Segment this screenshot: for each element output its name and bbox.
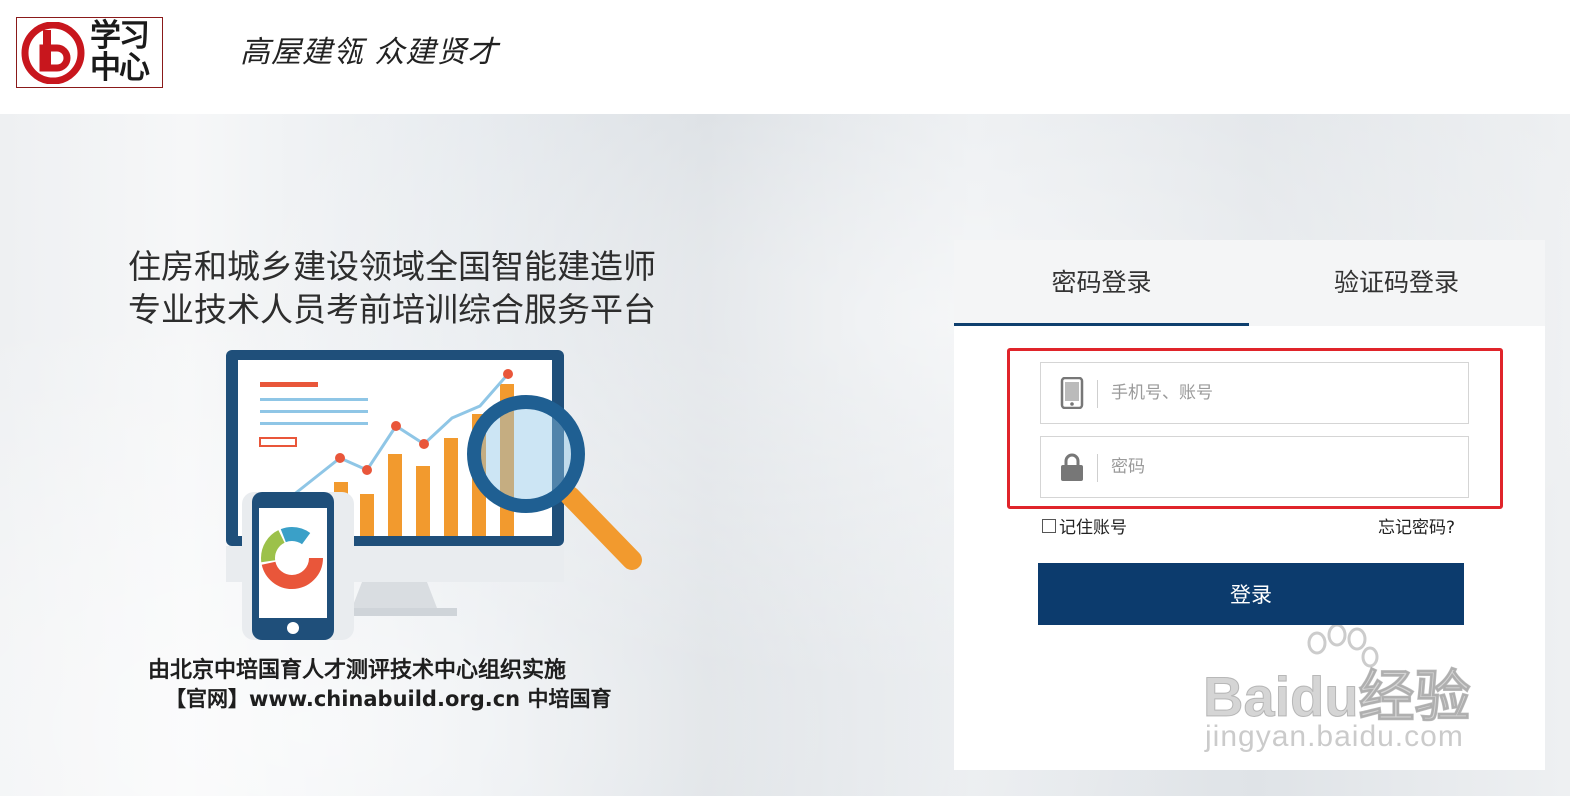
platform-title: 住房和城乡建设领域全国智能建造师 专业技术人员考前培训综合服务平台: [128, 245, 708, 331]
platform-title-line2: 专业技术人员考前培训综合服务平台: [128, 290, 656, 329]
logo-text: 学习中心: [90, 18, 150, 86]
forgot-password-link[interactable]: 忘记密码?: [1378, 513, 1455, 538]
watermark-url: jingyan.baidu.com: [1205, 720, 1464, 753]
phone-icon: [1060, 377, 1084, 409]
tab-code-login[interactable]: 验证码登录: [1249, 240, 1544, 326]
password-field[interactable]: [1040, 436, 1469, 498]
site-logo[interactable]: 学习中心: [16, 17, 163, 88]
username-field[interactable]: [1040, 362, 1469, 424]
login-button[interactable]: 登录: [1038, 563, 1464, 625]
platform-title-line1: 住房和城乡建设领域全国智能建造师: [128, 247, 656, 286]
official-site-text: 【官网】www.chinabuild.org.cn 中培国育: [165, 687, 612, 711]
username-input[interactable]: [1111, 373, 1451, 413]
logo-mark-icon: [21, 22, 85, 84]
password-input[interactable]: [1111, 447, 1451, 487]
remember-account[interactable]: 记住账号: [1042, 513, 1127, 538]
header: 学习中心 高屋建瓴 众建贤才: [0, 0, 1570, 114]
field-separator: [1097, 454, 1098, 482]
analytics-illustration: [226, 350, 642, 640]
tab-password-login[interactable]: 密码登录: [954, 240, 1249, 326]
remember-label: 记住账号: [1059, 518, 1127, 538]
login-tabs: 密码登录 验证码登录: [954, 240, 1545, 326]
lock-icon: [1061, 453, 1083, 481]
organizer-text: 由北京中培国育人才测评技术中心组织实施: [148, 658, 567, 683]
slogan: 高屋建瓴 众建贤才: [240, 35, 499, 70]
field-separator: [1097, 380, 1098, 408]
checkbox-icon[interactable]: [1042, 518, 1056, 533]
